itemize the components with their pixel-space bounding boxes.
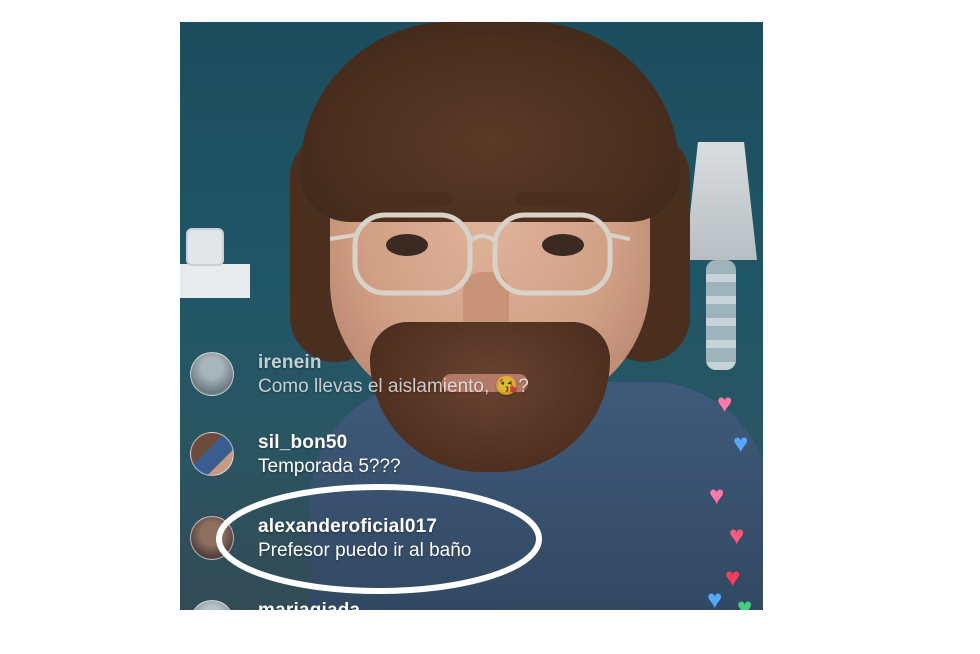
- heart-icon: ♥: [717, 388, 733, 418]
- heart-icon: ♥: [707, 584, 723, 610]
- comment-message: Como llevas el aislamiento, 😘?: [258, 376, 529, 397]
- comment-item: sil_bon50 Temporada 5???: [190, 432, 401, 480]
- shelf-cup: [186, 228, 224, 266]
- comment-message: Temporada 5???: [258, 456, 401, 477]
- lamp-shade: [685, 142, 757, 260]
- person-hair: [300, 22, 680, 222]
- comment-username[interactable]: mariagiada: [258, 600, 360, 610]
- avatar[interactable]: [190, 432, 234, 476]
- heart-icon: ♥: [733, 428, 749, 458]
- comment-item: irenein Como llevas el aislamiento, 😘?: [190, 352, 529, 400]
- comment-item: mariagiada: [190, 600, 360, 610]
- floating-hearts: ♥ ♥ ♥ ♥ ♥ ♥ ♥: [703, 372, 763, 610]
- heart-icon: ♥: [725, 562, 741, 592]
- comment-username[interactable]: sil_bon50: [258, 432, 401, 454]
- heart-icon: ♥: [709, 480, 725, 510]
- avatar[interactable]: [190, 352, 234, 396]
- eyeglasses: [330, 212, 630, 296]
- wall-shelf: [180, 264, 250, 298]
- heart-icon: ♥: [729, 520, 745, 550]
- heart-icon: ♥: [737, 592, 753, 610]
- avatar[interactable]: [190, 600, 234, 610]
- right-eyebrow: [515, 192, 605, 206]
- left-eyebrow: [362, 192, 452, 206]
- highlight-circle: [216, 484, 542, 594]
- comment-username[interactable]: irenein: [258, 352, 529, 374]
